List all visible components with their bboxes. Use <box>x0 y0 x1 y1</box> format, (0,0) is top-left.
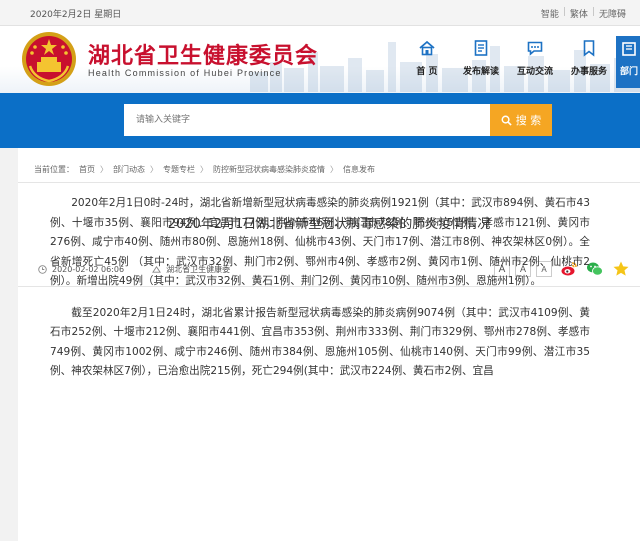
nav-label: 部门 <box>620 67 639 77</box>
search-band: 搜 索 <box>0 93 640 148</box>
article-paragraph-2: 截至2020年2月1日24时，湖北省累计报告新型冠状病毒感染的肺炎病例9074例… <box>50 306 590 378</box>
breadcrumb-item-info[interactable]: 信息发布 <box>343 164 375 175</box>
clock-icon <box>38 265 47 274</box>
bookmark-icon <box>583 40 595 57</box>
home-icon <box>419 40 435 56</box>
nav-item-interaction[interactable]: 互动交流 <box>508 36 562 88</box>
breadcrumb-item-special[interactable]: 专题专栏 <box>163 164 195 175</box>
traditional-chinese-link[interactable]: 繁体 <box>570 7 588 20</box>
search-button-label: 搜 索 <box>515 114 542 127</box>
accessibility-link[interactable]: 无障碍 <box>599 7 626 20</box>
breadcrumb-separator: 〉 <box>150 165 158 174</box>
nav-item-home[interactable]: 首 页 <box>400 36 454 88</box>
nav-label: 首 页 <box>416 67 438 77</box>
search-button[interactable]: 搜 索 <box>490 104 552 136</box>
article-paragraph-1: 2020年2月1日0时-24时，湖北省新增新型冠状病毒感染的肺炎病例1921例（… <box>50 197 590 287</box>
divider <box>18 182 640 183</box>
nav-item-department[interactable]: 部门 <box>616 36 640 88</box>
document-icon <box>474 40 488 56</box>
search-input[interactable] <box>124 104 490 136</box>
utility-links: 智能 | 繁体 | 无障碍 <box>541 7 626 20</box>
breadcrumb-separator: 〉 <box>200 165 208 174</box>
nav-item-services[interactable]: 办事服务 <box>562 36 616 88</box>
site-title[interactable]: 湖北省卫生健康委员会 <box>88 38 318 70</box>
breadcrumb-label: 当前位置： <box>34 165 74 174</box>
main-navigation: 首 页 发布解读 互动交流 办事服务 部门 <box>400 36 640 88</box>
site-header: 湖北省卫生健康委员会 Health Commission of Hubei Pr… <box>0 26 640 93</box>
chat-icon <box>527 41 543 56</box>
favorite-star-icon[interactable] <box>612 260 630 278</box>
divider: | <box>562 7 566 17</box>
breadcrumb-item-epidemic[interactable]: 防控新型冠状病毒感染肺炎疫情 <box>213 164 325 175</box>
article-body: 2020年2月1日0时-24时，湖北省新增新型冠状病毒感染的肺炎病例1921例（… <box>50 194 590 394</box>
smart-link[interactable]: 智能 <box>541 7 559 20</box>
nav-label: 办事服务 <box>570 67 607 77</box>
breadcrumb-separator: 〉 <box>330 165 338 174</box>
top-utility-bar: 2020年2月2日 星期日 智能 | 繁体 | 无障碍 <box>0 0 640 26</box>
breadcrumb-separator: 〉 <box>100 165 108 174</box>
breadcrumb: 当前位置： 首页 〉 部门动态 〉 专题专栏 〉 防控新型冠状病毒感染肺炎疫情 … <box>34 164 375 175</box>
site-subtitle: Health Commission of Hubei Province <box>88 68 282 78</box>
nav-label: 发布解读 <box>462 67 499 77</box>
national-emblem-logo <box>22 32 76 86</box>
search-icon <box>501 115 512 126</box>
nav-label: 互动交流 <box>516 67 553 77</box>
breadcrumb-item-home[interactable]: 首页 <box>79 164 95 175</box>
nav-item-release[interactable]: 发布解读 <box>454 36 508 88</box>
current-date: 2020年2月2日 星期日 <box>30 10 122 20</box>
breadcrumb-item-dept-news[interactable]: 部门动态 <box>113 164 145 175</box>
divider: | <box>591 7 595 17</box>
building-icon <box>622 42 636 56</box>
